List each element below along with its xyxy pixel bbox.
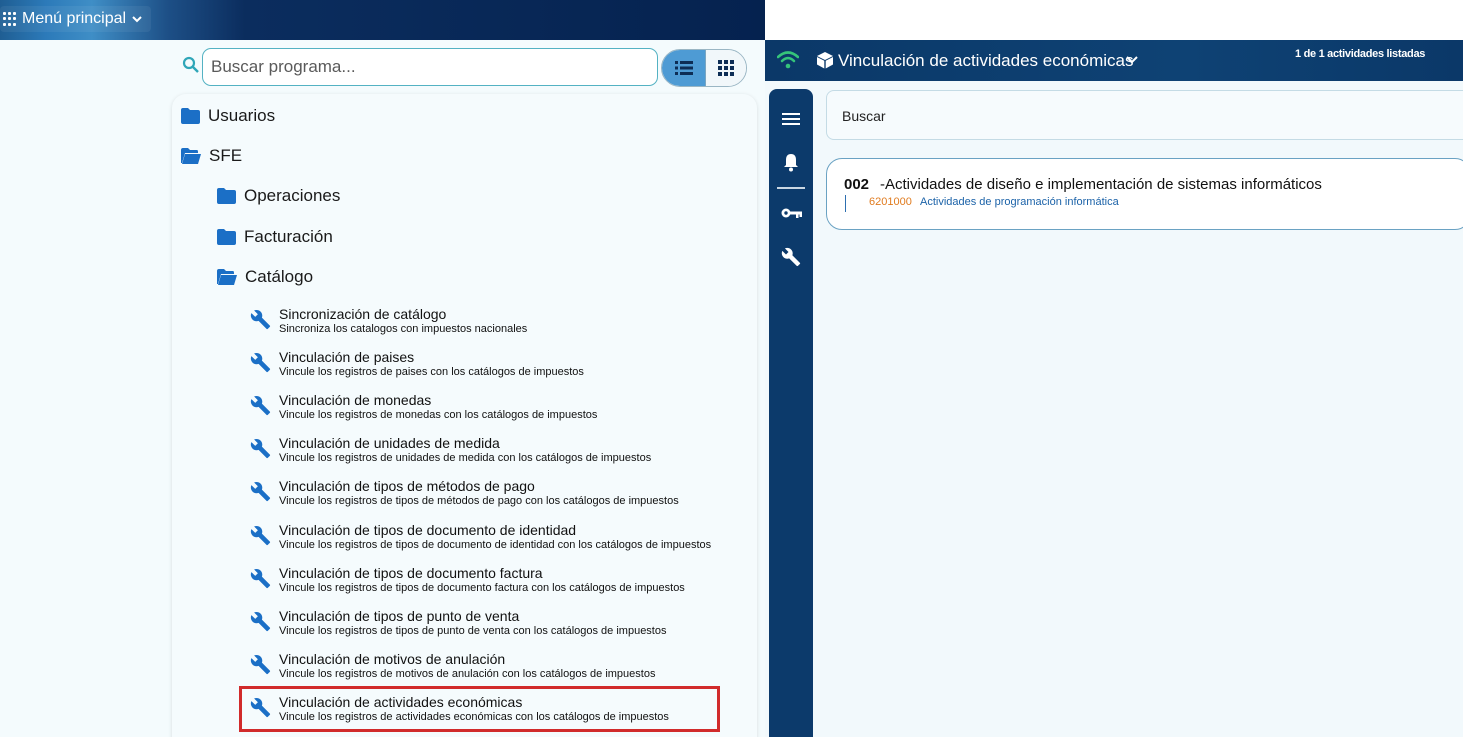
- program-title: Vinculación de unidades de medida: [279, 435, 500, 451]
- program-item-vinculacion-metodos-pago[interactable]: Vinculación de tipos de métodos de pago V…: [250, 478, 679, 508]
- activity-tree-line: [845, 195, 846, 212]
- program-title: Vinculación de tipos de documento factur…: [279, 565, 543, 581]
- selected-program-highlight: [239, 686, 720, 732]
- view-header: Vinculación de actividades económicas 1 …: [765, 40, 1463, 81]
- wifi-icon: [777, 51, 799, 69]
- wrench-icon: [250, 395, 271, 416]
- wrench-icon: [250, 568, 271, 589]
- list-icon: [674, 61, 693, 75]
- main-menu-button[interactable]: Menú principal: [0, 6, 152, 32]
- program-title: Vinculación de monedas: [279, 392, 432, 408]
- cube-icon: [817, 52, 833, 69]
- left-topbar: Menú principal: [0, 0, 765, 40]
- program-title: Vinculación de tipos de punto de venta: [279, 608, 520, 624]
- view-title[interactable]: Vinculación de actividades económicas: [838, 51, 1133, 71]
- folder-label: Usuarios: [208, 106, 276, 125]
- program-description: Vincule los registros de tipos de punto …: [279, 625, 667, 637]
- wrench-icon: [250, 611, 271, 632]
- folder-icon: [217, 188, 236, 204]
- program-title: Sincronización de catálogo: [279, 306, 447, 322]
- program-title: Vinculación de motivos de anulación: [279, 651, 506, 667]
- folder-label: Operaciones: [244, 186, 341, 205]
- program-menu-pane: Menú principal Usuarios: [0, 0, 765, 737]
- key-icon[interactable]: [781, 206, 803, 220]
- activity-name: -Actividades de diseño e implementación …: [880, 176, 1322, 193]
- bell-icon[interactable]: [781, 152, 801, 172]
- chevron-down-icon: [132, 16, 142, 23]
- folder-label: Catálogo: [245, 267, 314, 286]
- folder-label: SFE: [209, 146, 243, 165]
- program-item-vinculacion-punto-venta[interactable]: Vinculación de tipos de punto de venta Vi…: [250, 608, 666, 638]
- wrench-icon: [250, 481, 271, 502]
- rail-divider: [777, 187, 805, 189]
- linked-activity-code: 6201000: [869, 196, 912, 208]
- program-title: Vinculación de tipos de métodos de pago: [279, 478, 535, 494]
- program-description: Vincule los registros de paises con los …: [279, 366, 584, 378]
- program-item-vinculacion-monedas[interactable]: Vinculación de monedas Vincule los regist…: [250, 392, 597, 422]
- activity-search-input[interactable]: Buscar: [826, 90, 1463, 140]
- program-item-vinculacion-paises[interactable]: Vinculación de paises Vincule los registr…: [250, 349, 584, 379]
- grid-view-button[interactable]: [706, 50, 746, 86]
- program-title: Vinculación de tipos de documento de ide…: [279, 522, 577, 538]
- wrench-icon[interactable]: [781, 247, 801, 267]
- folder-icon: [217, 229, 236, 245]
- folder-label: Facturación: [244, 227, 333, 246]
- apps-grid-icon: [3, 12, 17, 26]
- program-item-vinculacion-documento-factura[interactable]: Vinculación de tipos de documento factur…: [250, 565, 685, 595]
- search-icon: [182, 56, 199, 73]
- linked-activity-name: Actividades de programación informática: [920, 196, 1119, 208]
- folder-open-icon: [181, 148, 201, 164]
- wrench-icon: [250, 309, 271, 330]
- tree-folder-usuarios[interactable]: Usuarios: [181, 106, 275, 126]
- program-item-vinculacion-documento-identidad[interactable]: Vinculación de tipos de documento de ide…: [250, 522, 711, 552]
- wrench-icon: [250, 525, 271, 546]
- program-description: Vincule los registros de motivos de anul…: [279, 668, 656, 680]
- activity-card[interactable]: 002 -Actividades de diseño e implementac…: [826, 158, 1463, 230]
- program-item-vinculacion-motivos-anulacion[interactable]: Vinculación de motivos de anulación Vincu…: [250, 651, 655, 681]
- program-search-input[interactable]: [202, 48, 658, 86]
- folder-icon: [181, 108, 200, 124]
- economic-activities-pane: Vinculación de actividades económicas 1 …: [765, 40, 1463, 737]
- program-description: Vincule los registros de unidades de med…: [279, 452, 652, 464]
- chevron-down-icon[interactable]: [1126, 55, 1138, 65]
- program-item-vinculacion-unidades-medida[interactable]: Vinculación de unidades de medida Vincule…: [250, 435, 651, 465]
- grid-icon: [718, 60, 734, 76]
- list-view-button[interactable]: [662, 50, 706, 86]
- record-count: 1 de 1 actividades listadas: [1295, 48, 1426, 60]
- menu-icon[interactable]: [781, 111, 801, 127]
- wrench-icon: [250, 654, 271, 675]
- wrench-icon: [250, 352, 271, 373]
- program-description: Sincroniza los catalogos con impuestos n…: [279, 323, 528, 335]
- tree-folder-operaciones[interactable]: Operaciones: [217, 186, 340, 206]
- tree-folder-facturacion[interactable]: Facturación: [217, 227, 333, 247]
- main-menu-label: Menú principal: [22, 10, 127, 27]
- program-description: Vincule los registros de monedas con los…: [279, 409, 598, 421]
- side-action-rail: [769, 89, 813, 737]
- program-description: Vincule los registros de tipos de método…: [279, 495, 679, 507]
- program-description: Vincule los registros de tipos de docume…: [279, 582, 685, 594]
- program-title: Vinculación de paises: [279, 349, 415, 365]
- tree-folder-sfe[interactable]: SFE: [181, 146, 242, 166]
- program-description: Vincule los registros de tipos de docume…: [279, 539, 712, 551]
- program-item-sincronizacion-catalogo[interactable]: Sincronización de catálogo Sincroniza los…: [250, 306, 527, 336]
- view-mode-toggle: [661, 49, 747, 87]
- tree-folder-catalogo[interactable]: Catálogo: [217, 267, 313, 287]
- folder-open-icon: [217, 269, 237, 285]
- activity-code: 002: [844, 176, 870, 193]
- wrench-icon: [250, 438, 271, 459]
